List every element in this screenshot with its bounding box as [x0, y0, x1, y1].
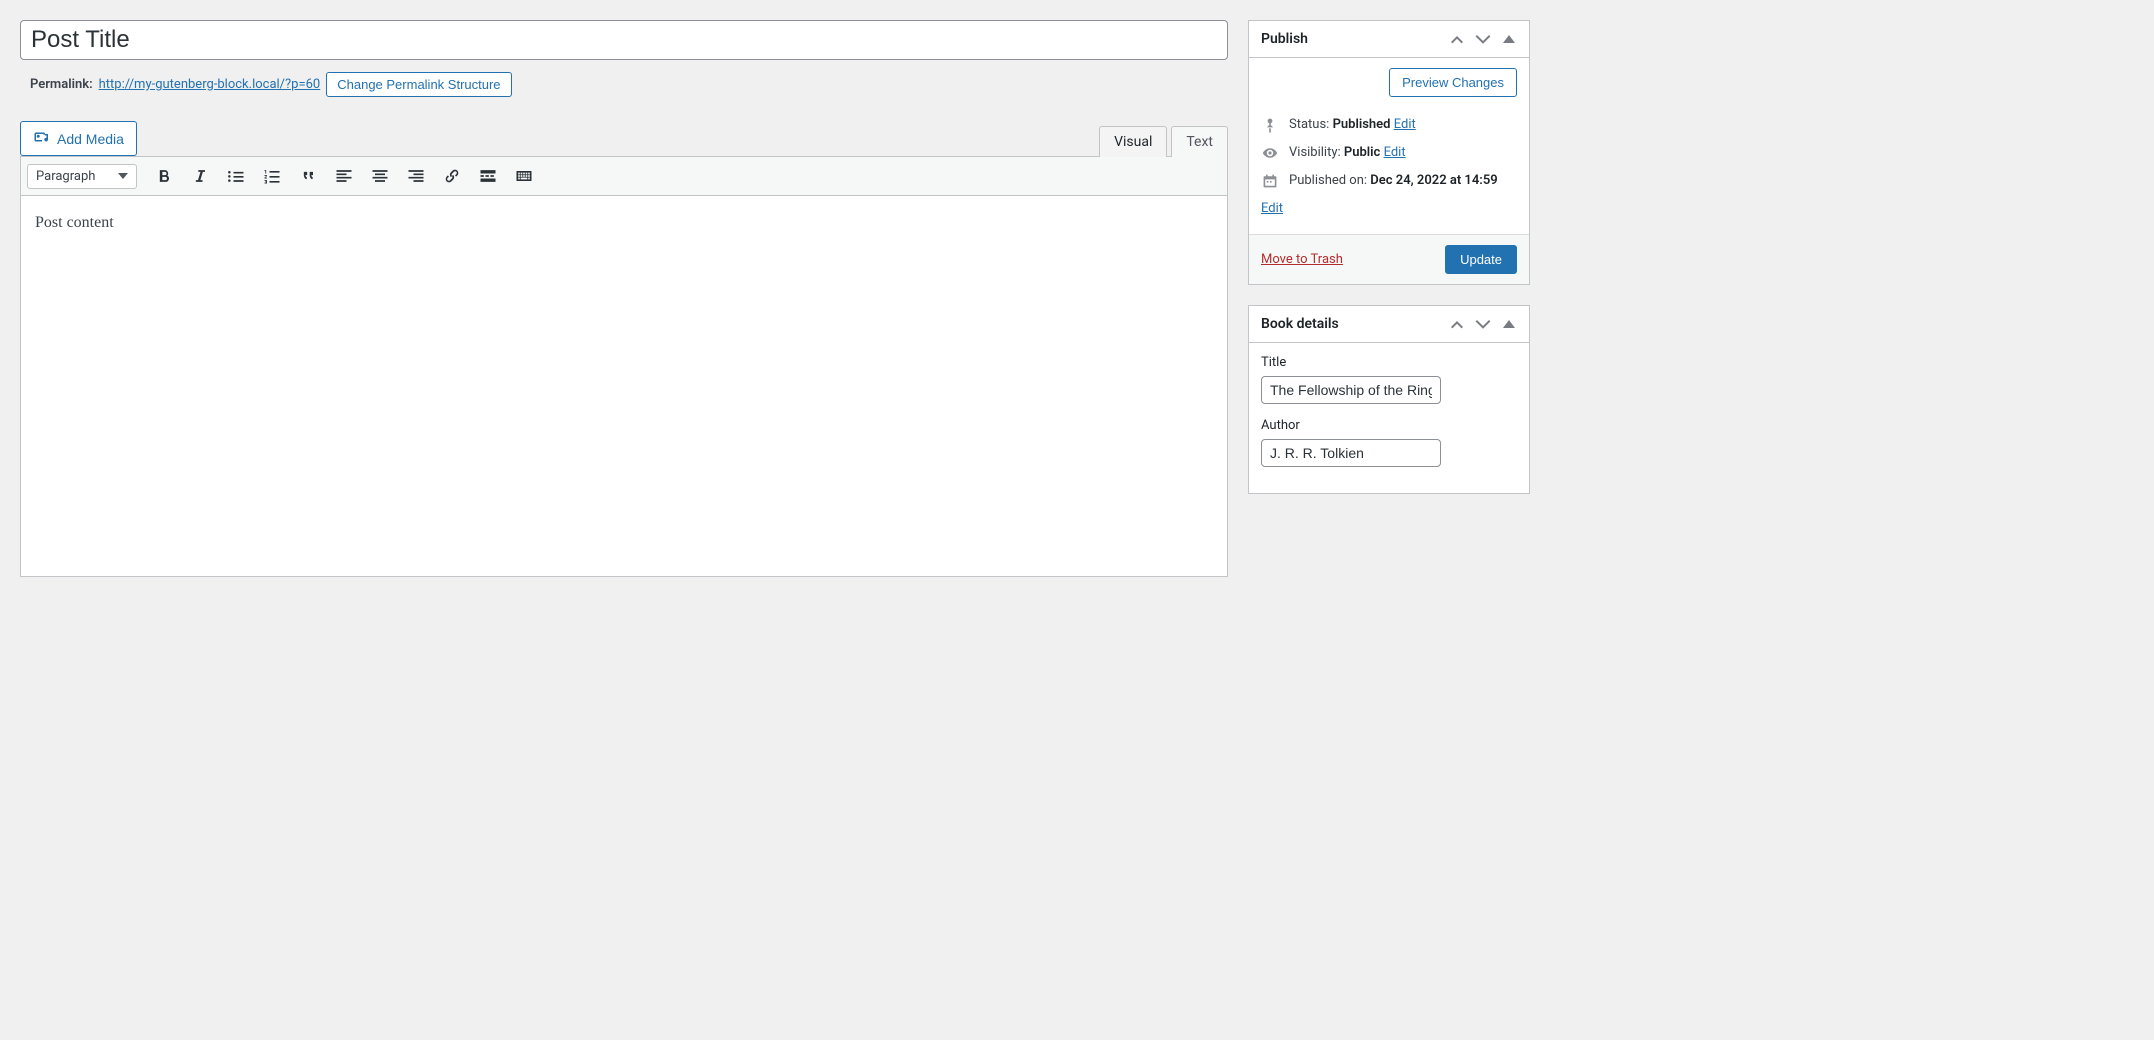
- eye-icon: [1261, 145, 1279, 161]
- book-title-input[interactable]: [1261, 376, 1441, 404]
- status-label: Status:: [1289, 117, 1329, 132]
- triangle-up-icon[interactable]: [1501, 31, 1517, 47]
- keyboard-icon: [514, 166, 534, 186]
- list-ol-icon: [262, 166, 282, 186]
- bold-button[interactable]: [147, 161, 181, 191]
- book-title-label: Title: [1261, 355, 1517, 370]
- publish-metabox: Publish Preview Changes Status:: [1248, 20, 1530, 285]
- visibility-value: Public: [1344, 145, 1380, 160]
- add-media-button[interactable]: Add Media: [20, 121, 137, 156]
- format-select[interactable]: Paragraph: [27, 164, 137, 189]
- link-button[interactable]: [435, 161, 469, 191]
- book-details-metabox: Book details Title Author: [1248, 305, 1530, 494]
- tab-text[interactable]: Text: [1171, 126, 1228, 157]
- permalink-row: Permalink: http://my-gutenberg-block.loc…: [20, 60, 1228, 101]
- toolbar-toggle-button[interactable]: [507, 161, 541, 191]
- book-panel-title: Book details: [1261, 316, 1339, 332]
- book-author-label: Author: [1261, 418, 1517, 433]
- italic-icon: [190, 166, 210, 186]
- calendar-icon: [1261, 173, 1279, 189]
- quote-button[interactable]: [291, 161, 325, 191]
- chevron-down-icon[interactable]: [1475, 31, 1491, 47]
- published-on-label: Published on:: [1289, 173, 1367, 188]
- trash-link[interactable]: Move to Trash: [1261, 252, 1343, 267]
- publish-panel-title: Publish: [1261, 31, 1308, 47]
- link-icon: [442, 166, 462, 186]
- align-left-icon: [334, 166, 354, 186]
- align-center-icon: [370, 166, 390, 186]
- permalink-label: Permalink:: [30, 77, 93, 92]
- status-value: Published: [1333, 117, 1391, 132]
- preview-changes-button[interactable]: Preview Changes: [1389, 68, 1517, 97]
- book-author-input[interactable]: [1261, 439, 1441, 467]
- status-edit-link[interactable]: Edit: [1394, 117, 1416, 132]
- pin-icon: [1261, 117, 1279, 133]
- italic-button[interactable]: [183, 161, 217, 191]
- camera-music-icon: [33, 128, 51, 149]
- change-permalink-button[interactable]: Change Permalink Structure: [326, 72, 511, 97]
- published-on-value: Dec 24, 2022 at 14:59: [1370, 173, 1497, 188]
- visibility-row: Visibility: Public Edit: [1261, 139, 1517, 167]
- editor-content[interactable]: Post content: [21, 196, 1227, 576]
- post-title-input[interactable]: [20, 20, 1228, 60]
- bold-icon: [154, 166, 174, 186]
- list-ul-icon: [226, 166, 246, 186]
- visibility-label: Visibility:: [1289, 145, 1341, 160]
- ul-button[interactable]: [219, 161, 253, 191]
- format-select-label: Paragraph: [36, 169, 95, 184]
- editor-toolbar: Paragraph: [21, 157, 1227, 196]
- align-center-button[interactable]: [363, 161, 397, 191]
- status-row: Status: Published Edit: [1261, 111, 1517, 139]
- tab-visual[interactable]: Visual: [1099, 126, 1167, 157]
- chevron-down-icon[interactable]: [1475, 316, 1491, 332]
- update-button[interactable]: Update: [1445, 245, 1517, 274]
- align-right-icon: [406, 166, 426, 186]
- triangle-up-icon[interactable]: [1501, 316, 1517, 332]
- editor-tabs: Visual Text: [1099, 125, 1228, 156]
- visibility-edit-link[interactable]: Edit: [1384, 145, 1406, 160]
- align-left-button[interactable]: [327, 161, 361, 191]
- align-right-button[interactable]: [399, 161, 433, 191]
- published-on-edit-link[interactable]: Edit: [1261, 201, 1283, 216]
- chevron-up-icon[interactable]: [1449, 316, 1465, 332]
- chevron-up-icon[interactable]: [1449, 31, 1465, 47]
- readmore-icon: [478, 166, 498, 186]
- permalink-url[interactable]: http://my-gutenberg-block.local/?p=60: [99, 77, 321, 92]
- published-on-row: Published on: Dec 24, 2022 at 14:59 Edit: [1261, 167, 1517, 222]
- add-media-label: Add Media: [57, 131, 124, 147]
- editor-wrap: Paragraph: [20, 156, 1228, 577]
- readmore-button[interactable]: [471, 161, 505, 191]
- quote-icon: [298, 166, 318, 186]
- ol-button[interactable]: [255, 161, 289, 191]
